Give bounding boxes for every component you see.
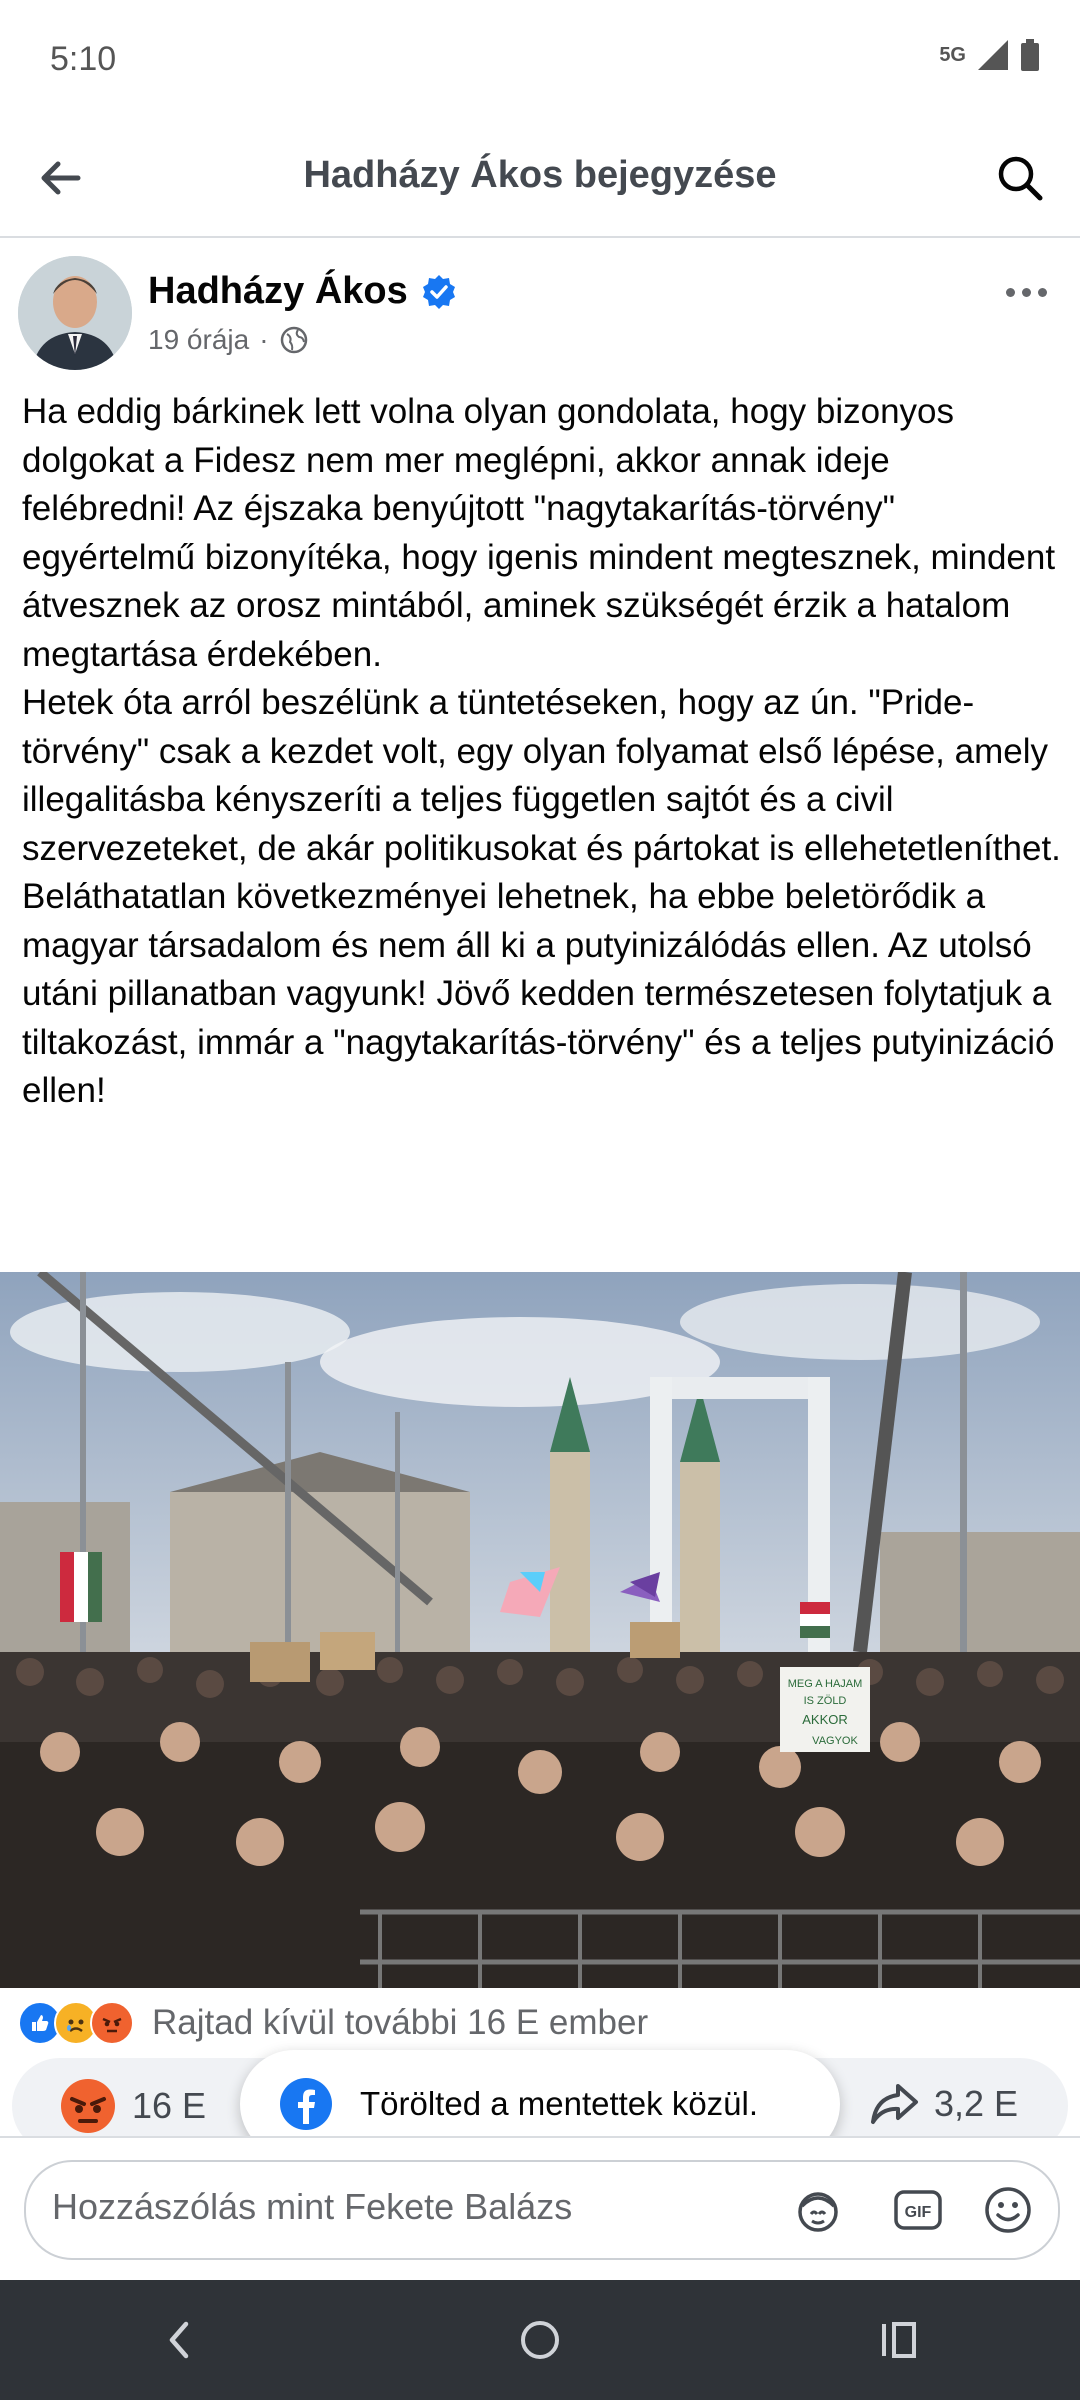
comment-composer: GIF (24, 2160, 1060, 2260)
emoji-button[interactable] (976, 2178, 1040, 2242)
reaction-button[interactable]: 16 E (60, 2078, 206, 2134)
reactions-summary[interactable]: Rajtad kívül további 16 E ember (18, 2000, 648, 2046)
back-button[interactable] (24, 142, 96, 214)
post-paragraph: Ha eddig bárkinek lett volna olyan gondo… (22, 392, 1056, 674)
meta-separator: · (259, 324, 269, 355)
status-icons: 5G (939, 38, 1040, 72)
reaction-count: 16 E (132, 2085, 207, 2126)
facebook-icon (280, 2078, 332, 2130)
post-time[interactable]: 19 órája (148, 324, 249, 356)
search-icon (998, 156, 1043, 201)
reaction-icons (18, 2001, 134, 2045)
nav-recents-button[interactable] (840, 2290, 960, 2390)
battery-icon (1021, 39, 1039, 71)
toast-text: Törölted a mentettek közül. (360, 2085, 759, 2122)
page-title: Hadházy Ákos bejegyzése (303, 154, 777, 196)
avatar-icon (18, 256, 132, 370)
more-icon-dot (1021, 287, 1031, 297)
author-avatar[interactable] (18, 256, 132, 370)
nav-back-button[interactable] (120, 2290, 240, 2390)
reactions-summary-text: Rajtad kívül további 16 E ember (152, 2003, 649, 2042)
status-time: 5:10 (50, 40, 117, 78)
angry-icon (90, 2001, 134, 2045)
signal-icon (978, 40, 1008, 70)
post-paragraph: Hetek óta arról beszélünk a tüntetéseken… (22, 683, 1061, 868)
protest-sign: MEG A HAJAM IS ZÖLD AKKOR VAGYOK (780, 1667, 870, 1752)
nav-back-icon (169, 2321, 189, 2359)
gif-label: GIF (905, 2204, 932, 2221)
app-bar: Hadházy Ákos bejegyzése (0, 120, 1080, 238)
sign-line-1: MEG A HAJAM (788, 1678, 863, 1690)
protest-photo-image: MEG A HAJAM IS ZÖLD AKKOR VAGYOK (0, 1272, 1080, 1988)
sign-line-3: AKKOR (802, 1712, 848, 1727)
avatar-sticker-icon (798, 2192, 838, 2232)
nav-recents-icon (882, 2322, 916, 2358)
sign-line-2: IS ZÖLD (804, 1695, 847, 1707)
share-count: 3,2 E (933, 2083, 1018, 2124)
network-label: 5G (939, 43, 966, 66)
more-icon-dot (1037, 287, 1047, 297)
avatar-sticker-button[interactable] (786, 2178, 850, 2242)
gif-icon: GIF (894, 2190, 942, 2230)
author-row: Hadházy Ákos (148, 270, 458, 313)
emoji-icon (985, 2187, 1031, 2233)
globe-icon (280, 326, 307, 354)
share-icon (870, 2084, 918, 2124)
post-meta: 19 órája · (148, 324, 309, 356)
angry-icon (61, 2079, 115, 2133)
status-bar: 5:10 5G (0, 0, 1080, 120)
post-text: Ha eddig bárkinek lett volna olyan gondo… (22, 388, 1062, 1116)
post-paragraph: Beláthatatlan következményei lehetnek, h… (22, 877, 1055, 1110)
more-button[interactable] (986, 262, 1066, 322)
more-icon-dot (1005, 287, 1015, 297)
system-nav-bar (0, 2280, 1080, 2400)
sign-line-4: VAGYOK (812, 1735, 858, 1747)
nav-home-icon (521, 2321, 559, 2359)
back-arrow-icon (41, 161, 81, 195)
verified-badge-icon (422, 274, 455, 309)
share-button[interactable]: 3,2 E (868, 2078, 1018, 2130)
author-name[interactable]: Hadházy Ákos (148, 270, 408, 313)
search-button[interactable] (984, 142, 1056, 214)
gif-button[interactable]: GIF (886, 2178, 950, 2242)
nav-home-button[interactable] (480, 2290, 600, 2390)
comment-input[interactable] (52, 2186, 752, 2228)
post-photo[interactable]: MEG A HAJAM IS ZÖLD AKKOR VAGYOK (0, 1272, 1080, 1988)
